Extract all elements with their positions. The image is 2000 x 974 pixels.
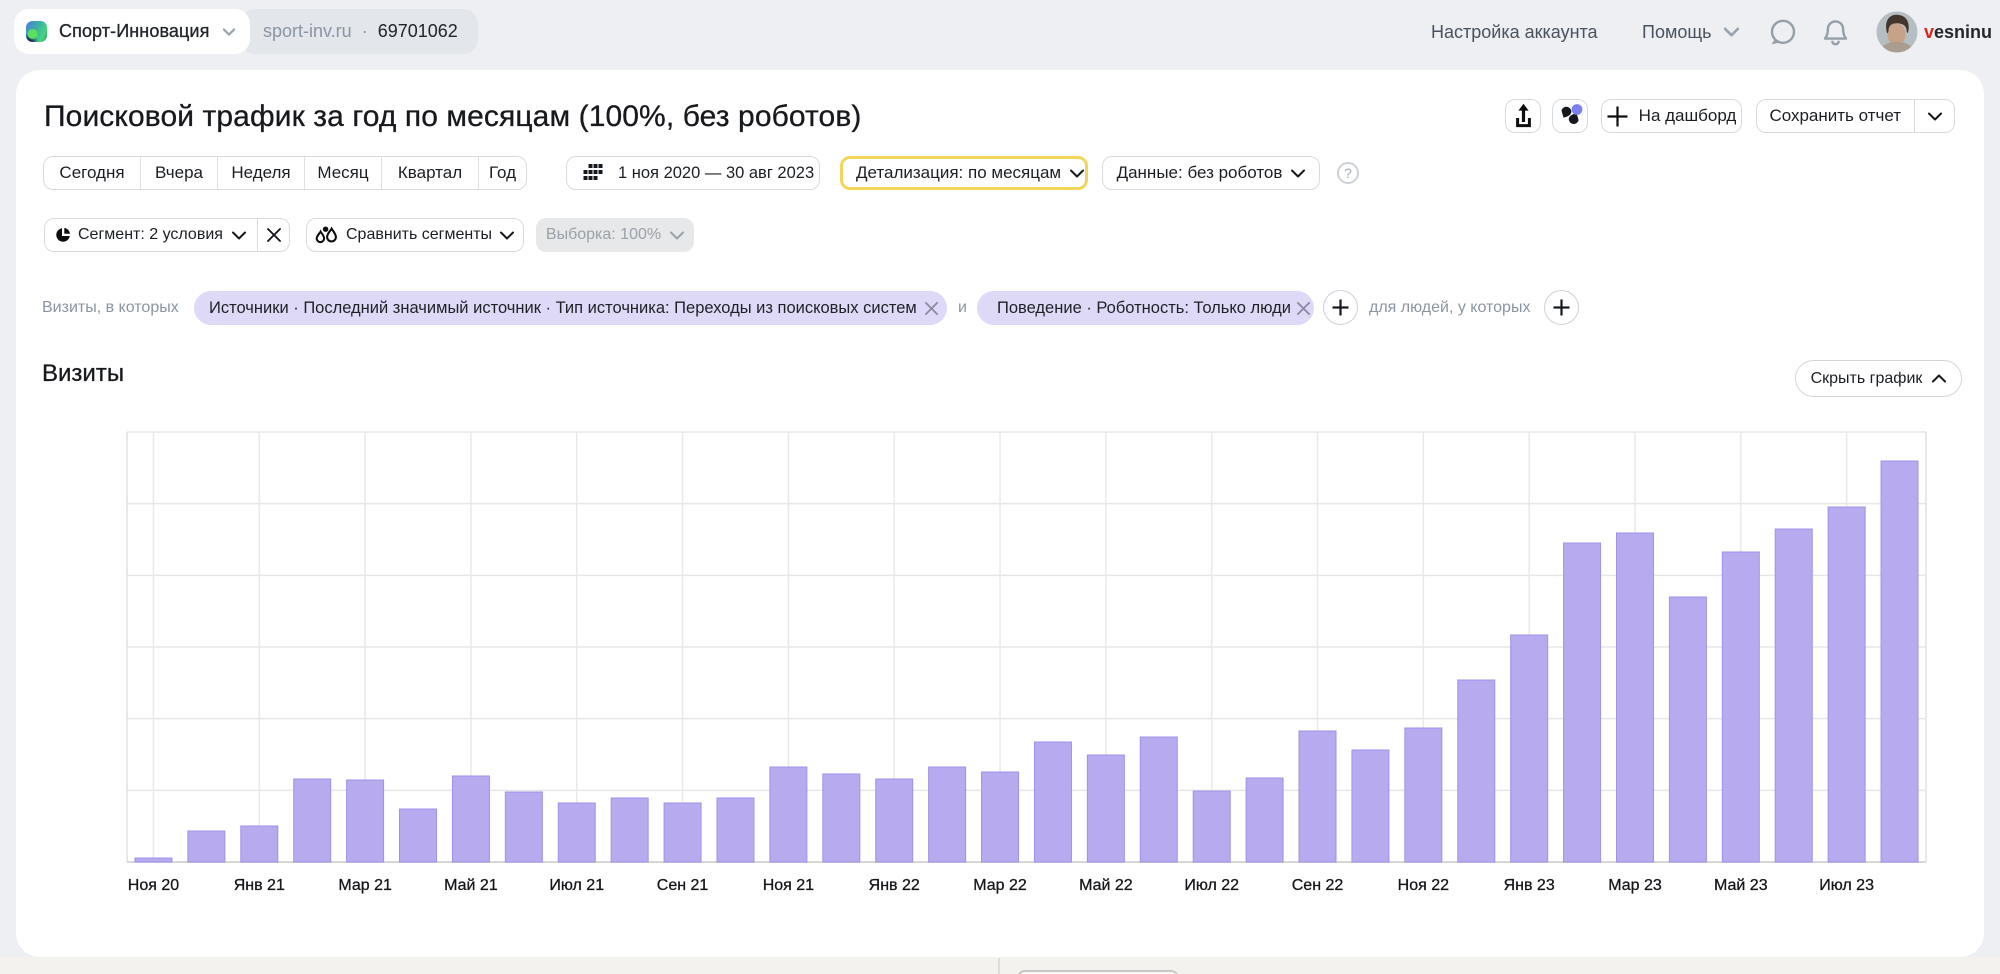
svg-text:Мар 23: Мар 23 <box>1608 877 1662 894</box>
svg-text:Янв 22: Янв 22 <box>869 877 920 894</box>
svg-text:Мар 22: Мар 22 <box>973 877 1027 894</box>
svg-text:Ноя 22: Ноя 22 <box>1398 877 1449 894</box>
svg-text:Май 22: Май 22 <box>1079 877 1133 894</box>
svg-text:Ноя 20: Ноя 20 <box>128 877 179 894</box>
svg-text:Май 23: Май 23 <box>1714 877 1768 894</box>
svg-text:Ноя 21: Ноя 21 <box>763 877 814 894</box>
svg-text:Июл 21: Июл 21 <box>549 877 604 894</box>
svg-text:Сен 22: Сен 22 <box>1292 877 1344 894</box>
svg-text:Янв 23: Янв 23 <box>1504 877 1555 894</box>
svg-text:Сен 21: Сен 21 <box>657 877 709 894</box>
svg-text:Мар 21: Мар 21 <box>338 877 392 894</box>
svg-text:Янв 21: Янв 21 <box>234 877 285 894</box>
svg-text:Июл 23: Июл 23 <box>1819 877 1874 894</box>
svg-text:Июл 22: Июл 22 <box>1184 877 1239 894</box>
svg-text:Май 21: Май 21 <box>444 877 498 894</box>
